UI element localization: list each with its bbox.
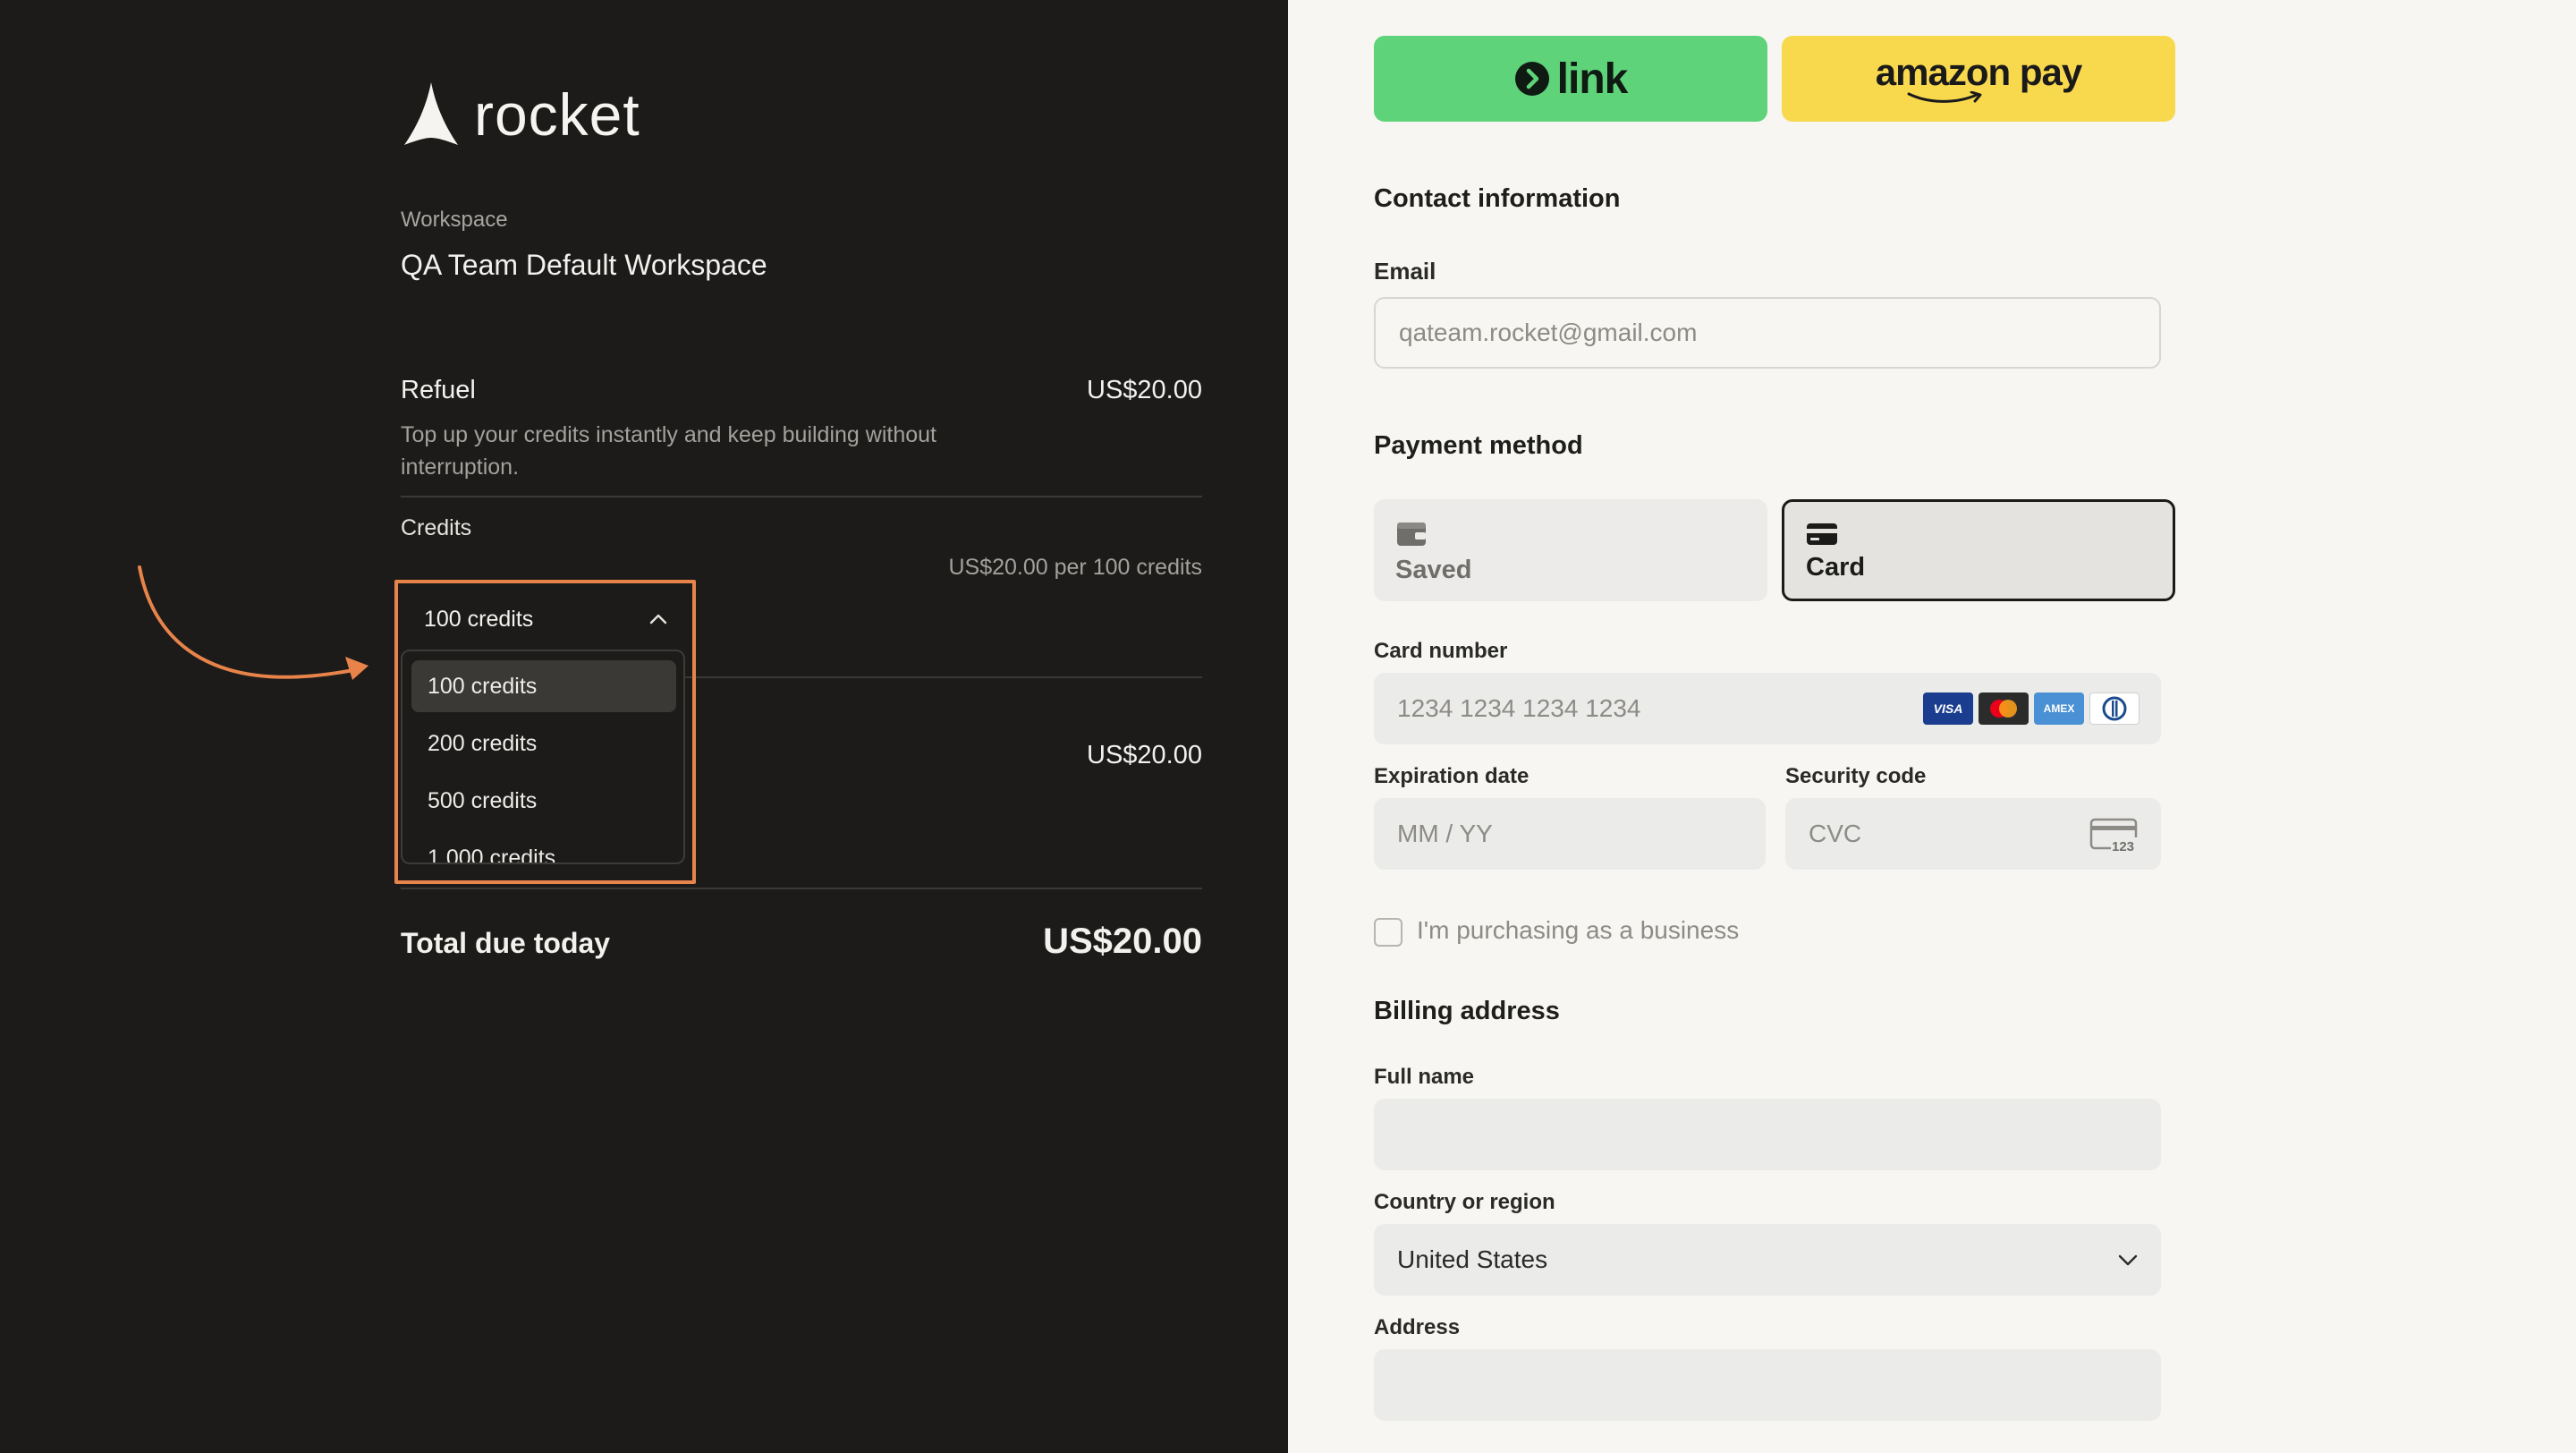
country-select[interactable]: United States (1374, 1224, 2161, 1296)
email-field[interactable]: qateam.rocket@gmail.com (1374, 297, 2161, 369)
link-pay-label: link (1556, 55, 1629, 103)
credits-option[interactable]: 100 credits (411, 660, 676, 712)
cvc-placeholder: CVC (1809, 820, 1862, 847)
amazon-smile-icon (1907, 91, 1982, 103)
country-label: Country or region (1374, 1190, 1555, 1214)
credits-select[interactable]: 100 credits (401, 591, 687, 648)
payment-method-title: Payment method (1374, 431, 1583, 460)
expiry-field[interactable]: MM / YY (1374, 798, 1766, 870)
card-number-placeholder: 1234 1234 1234 1234 (1397, 694, 1641, 722)
full-name-label: Full name (1374, 1065, 1475, 1089)
credits-rate: US$20.00 per 100 credits (948, 555, 1202, 580)
payment-tab-card-label: Card (1806, 553, 1866, 582)
amex-icon: AMEX (2034, 693, 2084, 725)
full-name-field[interactable] (1374, 1099, 2161, 1170)
payment-tab-card[interactable]: Card (1782, 499, 2175, 601)
product-price: US$20.00 (1087, 376, 1202, 404)
cvc-label: Security code (1785, 764, 1927, 788)
address-label: Address (1374, 1315, 1461, 1339)
address-field[interactable] (1374, 1349, 2161, 1421)
expiry-label: Expiration date (1374, 764, 1530, 788)
divider (401, 496, 1202, 497)
email-value: qateam.rocket@gmail.com (1399, 319, 1698, 346)
svg-text:123: 123 (2112, 839, 2134, 854)
mastercard-icon (1979, 693, 2029, 725)
total-label: Total due today (401, 927, 611, 959)
country-value: United States (1397, 1245, 1548, 1273)
wallet-icon (1397, 523, 1426, 546)
credits-option[interactable]: 200 credits (411, 718, 676, 769)
email-label: Email (1374, 258, 1436, 285)
link-pay-button[interactable]: link (1374, 36, 1767, 122)
payment-tab-saved-label: Saved (1395, 556, 1472, 584)
brand-name: rocket (474, 81, 640, 148)
credit-card-icon (1807, 523, 1837, 545)
checkout-form-panel: link amazon pay Contact information Emai… (1288, 0, 2576, 1453)
billing-title: Billing address (1374, 997, 1560, 1025)
payment-tab-saved[interactable]: Saved (1374, 499, 1767, 601)
business-checkbox-label: I'm purchasing as a business (1417, 916, 1740, 944)
chevron-down-icon (2118, 1254, 2138, 1266)
order-summary-panel: rocket Workspace QA Team Default Workspa… (0, 0, 1288, 1453)
workspace-label: Workspace (401, 208, 508, 232)
product-name: Refuel (401, 376, 476, 404)
credits-label: Credits (401, 515, 472, 540)
total-value: US$20.00 (1043, 922, 1202, 961)
product-description: Top up your credits instantly and keep b… (401, 422, 936, 480)
credits-option[interactable]: 1,000 credits (411, 832, 676, 863)
credits-option[interactable]: 500 credits (411, 775, 676, 827)
credits-dropdown-menu: 100 credits 200 credits 500 credits 1,00… (401, 650, 685, 864)
expiry-placeholder: MM / YY (1397, 820, 1493, 847)
business-checkbox[interactable] (1374, 918, 1402, 947)
cvc-field[interactable]: CVC 123 (1785, 798, 2161, 870)
workspace-name: QA Team Default Workspace (401, 249, 767, 281)
cvc-card-icon: 123 (2089, 818, 2140, 854)
rocket-logo-icon (404, 82, 458, 145)
credits-select-value: 100 credits (424, 606, 534, 632)
card-number-field[interactable]: 1234 1234 1234 1234 VISA AMEX (1374, 673, 2161, 744)
amazon-pay-label: amazon pay (1875, 51, 2082, 93)
card-brand-logos: VISA AMEX (1923, 693, 2140, 725)
chevron-up-icon (649, 614, 667, 625)
diners-club-icon (2089, 693, 2140, 725)
visa-icon: VISA (1923, 693, 1973, 725)
card-number-label: Card number (1374, 639, 1508, 663)
annotation-arrow-icon (138, 565, 369, 680)
amazon-pay-button[interactable]: amazon pay (1782, 36, 2175, 122)
divider (401, 888, 1202, 889)
link-arrow-icon (1514, 62, 1549, 96)
subtotal-price: US$20.00 (1087, 741, 1202, 769)
contact-title: Contact information (1374, 184, 1621, 213)
brand-logo: rocket (401, 82, 640, 147)
